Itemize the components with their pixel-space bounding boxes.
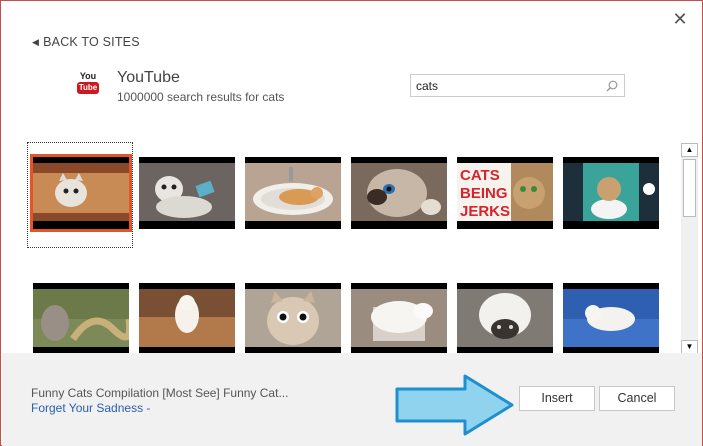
- thumbnail-text-cats: CATS: [460, 167, 500, 184]
- arrow-up-icon: ▲: [685, 145, 694, 154]
- thumbnail-image: [33, 163, 129, 221]
- thumbnail-grid: CATS BEING JERKS: [29, 143, 669, 353]
- back-to-sites-label: BACK TO SITES: [43, 35, 140, 49]
- video-thumbnail[interactable]: CATS BEING JERKS: [457, 157, 553, 229]
- thumbnail-text-being: BEING: [460, 185, 508, 202]
- video-thumbnail[interactable]: [563, 157, 659, 229]
- video-thumbnail[interactable]: [33, 283, 129, 353]
- video-thumbnail[interactable]: [139, 283, 235, 353]
- youtube-logo-icon: You Tube: [77, 71, 99, 97]
- vertical-scrollbar[interactable]: ▲ ▼: [681, 143, 698, 354]
- thumbnail-image: [563, 163, 659, 221]
- scroll-down-button[interactable]: ▼: [681, 340, 698, 354]
- thumbnail-image: [245, 163, 341, 221]
- youtube-logo-you-text: You: [79, 71, 97, 81]
- video-thumbnail[interactable]: [139, 157, 235, 229]
- video-thumbnail[interactable]: [563, 283, 659, 353]
- selected-video-subtitle-link[interactable]: Forget Your Sadness -: [31, 401, 150, 415]
- site-name: YouTube: [117, 69, 180, 86]
- close-icon: ✕: [672, 9, 688, 29]
- video-thumbnail[interactable]: [457, 283, 553, 353]
- search-icon[interactable]: [605, 79, 619, 93]
- cancel-button[interactable]: Cancel: [599, 386, 675, 411]
- selected-video-title: Funny Cats Compilation [Most See] Funny …: [31, 386, 289, 400]
- thumbnail-image: [33, 289, 129, 347]
- thumbnail-image: [139, 289, 235, 347]
- insert-button[interactable]: Insert: [519, 386, 595, 411]
- youtube-logo-tube-text: Tube: [77, 82, 99, 94]
- scroll-up-button[interactable]: ▲: [681, 143, 698, 157]
- video-thumbnail[interactable]: [351, 283, 447, 353]
- dialog-footer: Funny Cats Compilation [Most See] Funny …: [2, 353, 702, 446]
- insert-video-dialog: ✕ ◀ BACK TO SITES You Tube YouTube 100000…: [0, 0, 703, 446]
- thumbnail-image: [351, 289, 447, 347]
- thumbnail-image: [139, 163, 235, 221]
- thumbnail-image: [245, 289, 341, 347]
- close-button[interactable]: ✕: [670, 9, 690, 29]
- chevron-left-icon: ◀: [32, 37, 40, 47]
- thumbnail-image: [563, 289, 659, 347]
- arrow-annotation-icon: [395, 374, 514, 436]
- thumbnail-image: [351, 163, 447, 221]
- thumbnail-image: [457, 289, 553, 347]
- result-count: 1000000 search results for cats: [117, 90, 285, 104]
- video-thumbnail[interactable]: [245, 157, 341, 229]
- thumbnail-image: CATS BEING JERKS: [457, 163, 553, 221]
- back-to-sites-link[interactable]: ◀ BACK TO SITES: [32, 35, 140, 49]
- search-box[interactable]: [410, 74, 625, 97]
- scrollbar-thumb[interactable]: [683, 159, 696, 217]
- thumbnail-text-jerks: JERKS: [460, 203, 510, 220]
- search-input[interactable]: [411, 75, 601, 96]
- video-thumbnail[interactable]: [351, 157, 447, 229]
- video-thumbnail[interactable]: [245, 283, 341, 353]
- arrow-down-icon: ▼: [685, 342, 694, 351]
- video-thumbnail[interactable]: [30, 154, 132, 232]
